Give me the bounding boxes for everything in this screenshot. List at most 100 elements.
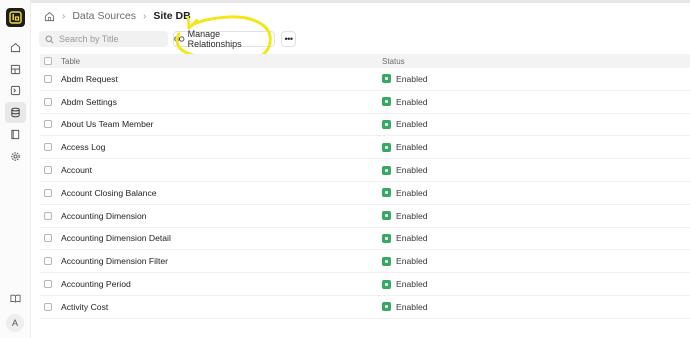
enabled-status-icon — [382, 74, 391, 84]
row-checkbox[interactable] — [44, 74, 52, 83]
enabled-status-icon — [382, 188, 391, 198]
status-badge: Enabled — [382, 279, 428, 289]
enabled-status-icon — [382, 233, 391, 243]
table-row[interactable]: Account Closing Balance Enabled — [40, 182, 690, 205]
status-badge: Enabled — [382, 165, 428, 175]
table-name: Accounting Dimension — [61, 210, 147, 221]
enabled-status-icon — [382, 256, 391, 266]
status-text: Enabled — [396, 301, 428, 312]
row-checkbox[interactable] — [44, 234, 52, 243]
row-checkbox[interactable] — [44, 211, 52, 220]
table-name: Account — [61, 165, 93, 176]
row-checkbox[interactable] — [44, 188, 52, 197]
table-name: Abdm Request — [61, 73, 118, 84]
nav-settings[interactable] — [5, 146, 26, 167]
enabled-status-icon — [382, 142, 391, 152]
breadcrumb-data-sources[interactable]: Data Sources — [72, 10, 136, 22]
status-text: Enabled — [396, 73, 428, 84]
chevron-right-icon: › — [142, 10, 147, 22]
select-all-checkbox[interactable] — [44, 57, 52, 65]
enabled-status-icon — [382, 302, 391, 312]
avatar-initial: A — [11, 318, 18, 328]
row-checkbox[interactable] — [44, 120, 52, 129]
nav-notebooks[interactable] — [5, 124, 26, 145]
nav-dashboards[interactable] — [5, 59, 26, 80]
row-checkbox[interactable] — [44, 280, 52, 289]
status-text: Enabled — [396, 187, 428, 198]
database-icon — [11, 107, 20, 118]
column-header-table: Table — [61, 56, 81, 66]
table-row[interactable]: Abdm Request Enabled — [40, 68, 690, 91]
gear-icon — [11, 152, 20, 161]
table-name: Account Closing Balance — [61, 187, 157, 198]
enabled-status-icon — [382, 97, 391, 107]
table-row[interactable]: Accounting Dimension Enabled — [40, 205, 690, 228]
link-icon — [174, 36, 185, 42]
table-row[interactable]: Accounting Period Enabled — [40, 273, 690, 296]
table-row[interactable]: About Us Team Member Enabled — [40, 114, 690, 137]
column-header-status: Status — [382, 56, 405, 66]
status-text: Enabled — [396, 165, 428, 176]
enabled-status-icon — [382, 119, 391, 129]
table-name: Accounting Dimension Filter — [61, 256, 168, 267]
table-name: Accounting Period — [61, 279, 131, 290]
status-text: Enabled — [396, 142, 428, 153]
status-badge: Enabled — [382, 142, 428, 152]
table-name: About Us Team Member — [61, 119, 154, 130]
search-icon — [45, 35, 54, 43]
search-input[interactable] — [59, 34, 159, 44]
row-checkbox[interactable] — [44, 97, 52, 106]
status-badge: Enabled — [382, 256, 428, 266]
status-badge: Enabled — [382, 97, 428, 107]
status-text: Enabled — [396, 96, 428, 107]
query-icon — [10, 85, 21, 96]
status-badge: Enabled — [382, 302, 428, 312]
nav-queries[interactable] — [5, 80, 26, 101]
open-book-icon — [10, 294, 21, 303]
top-border — [0, 0, 690, 3]
nav-docs[interactable] — [5, 288, 26, 309]
home-icon — [10, 43, 21, 53]
manage-relationships-label: Manage Relationships — [187, 29, 242, 49]
table-row[interactable]: Abdm Settings Enabled — [40, 91, 690, 114]
chevron-right-icon: › — [62, 10, 66, 22]
app-logo[interactable] — [6, 8, 25, 27]
table-header: Table Status — [40, 54, 690, 68]
status-text: Enabled — [396, 210, 428, 221]
insights-logo-icon — [9, 11, 22, 24]
tables-table: Table Status Abdm Request Enabled Abdm Set… — [40, 54, 690, 319]
book-icon — [11, 129, 20, 140]
search-box[interactable] — [39, 31, 168, 47]
nav-home[interactable] — [5, 37, 26, 58]
table-name: Activity Cost — [61, 301, 109, 312]
table-row[interactable]: Activity Cost Enabled — [40, 296, 690, 319]
enabled-status-icon — [382, 279, 391, 289]
table-name: Accounting Dimension Detail — [61, 233, 171, 244]
status-badge: Enabled — [382, 188, 428, 198]
row-checkbox[interactable] — [44, 166, 52, 175]
row-checkbox[interactable] — [44, 257, 52, 266]
status-text: Enabled — [396, 119, 428, 130]
home-icon[interactable] — [44, 11, 55, 22]
status-badge: Enabled — [382, 233, 428, 243]
table-row[interactable]: Account Enabled — [40, 159, 690, 182]
breadcrumb: › Data Sources › Site DB — [44, 9, 191, 23]
nav-data-sources[interactable] — [5, 102, 26, 123]
enabled-status-icon — [382, 211, 391, 221]
row-checkbox[interactable] — [44, 143, 52, 152]
status-text: Enabled — [396, 256, 428, 267]
breadcrumb-current: Site DB — [153, 10, 191, 22]
table-row[interactable]: Access Log Enabled — [40, 136, 690, 160]
more-icon: ••• — [284, 34, 293, 44]
status-badge: Enabled — [382, 74, 428, 84]
status-text: Enabled — [396, 279, 428, 290]
table-row[interactable]: Accounting Dimension Detail Enabled — [40, 228, 690, 251]
table-row[interactable]: Accounting Dimension Filter Enabled — [40, 250, 690, 274]
dashboard-icon — [10, 64, 21, 75]
manage-relationships-button[interactable]: Manage Relationships — [173, 29, 275, 49]
status-badge: Enabled — [382, 119, 428, 129]
row-checkbox[interactable] — [44, 302, 52, 311]
more-options-button[interactable]: ••• — [281, 31, 296, 47]
user-avatar[interactable]: A — [6, 314, 24, 332]
sidebar: A — [0, 0, 31, 338]
